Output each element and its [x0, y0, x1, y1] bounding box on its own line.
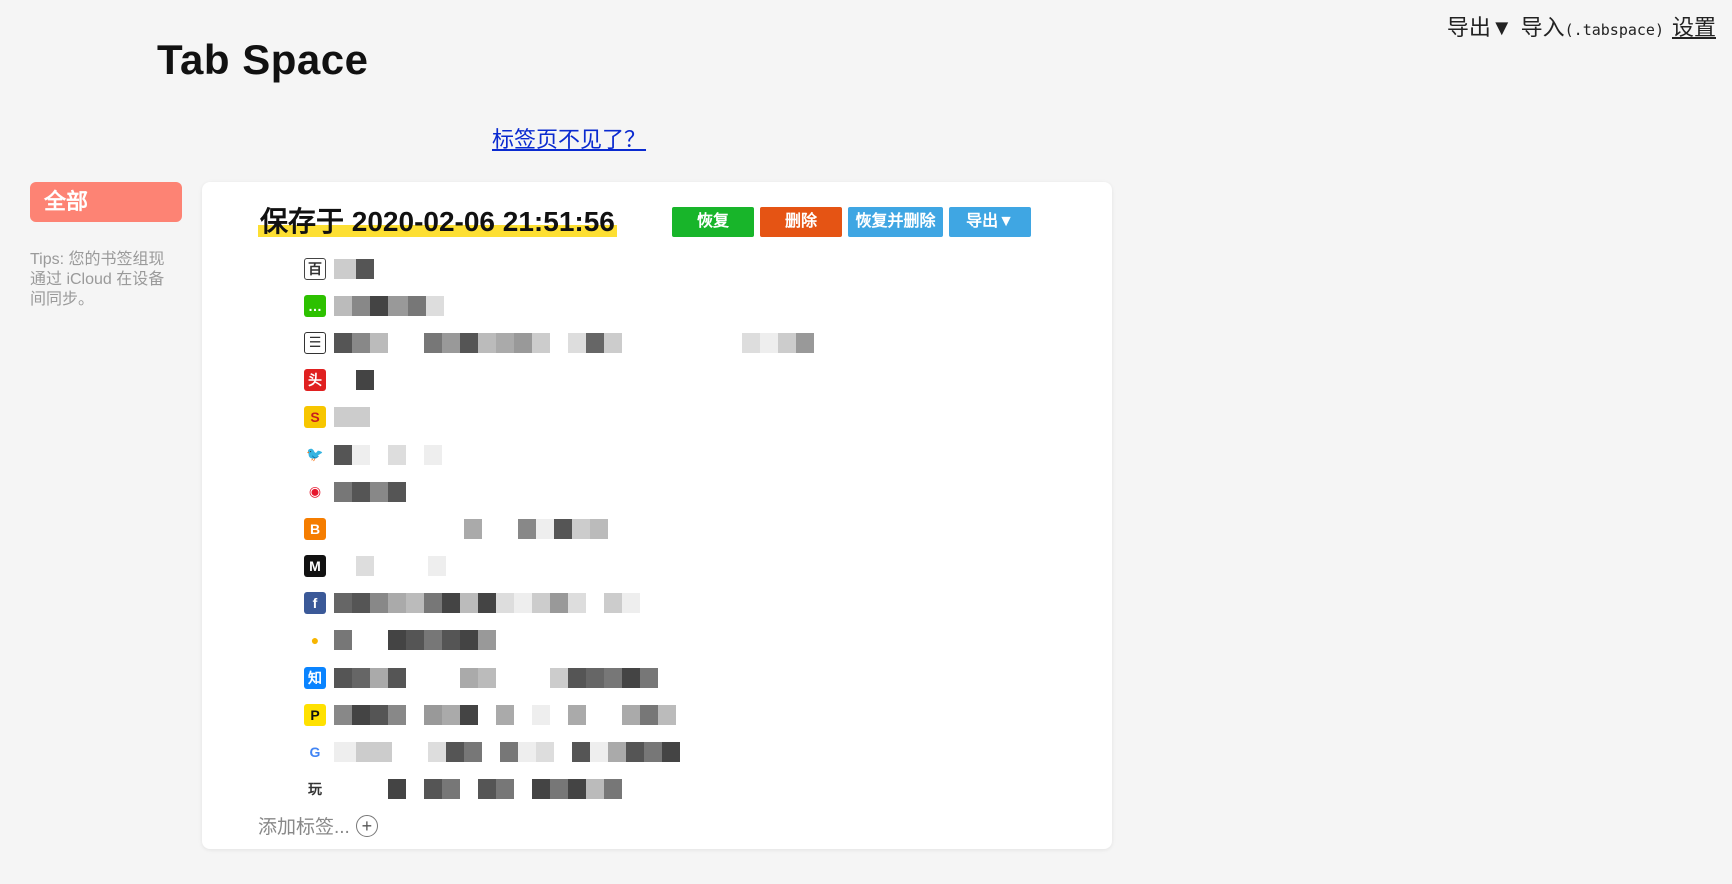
tab-item[interactable]: 百	[304, 250, 814, 287]
tab-title-redacted	[334, 295, 444, 316]
restore-button[interactable]: 恢复	[672, 207, 754, 237]
group-title-text: 保存于 2020-02-06 21:51:56	[258, 206, 617, 237]
tab-title-redacted	[334, 481, 406, 502]
wan-icon: 玩	[304, 778, 326, 801]
document-icon: ☰	[304, 331, 326, 354]
tab-title-redacted	[334, 630, 496, 651]
group-export-button[interactable]: 导出▼	[949, 207, 1031, 237]
tab-title-redacted	[334, 370, 374, 391]
google-icon: G	[304, 741, 326, 764]
tab-group-card: 保存于 2020-02-06 21:51:56 恢复 删除 恢复并删除 导出▼ …	[202, 182, 1112, 849]
tab-title-redacted	[334, 779, 622, 800]
tab-list: 百 … ☰ 头 S 🐦 ◉ B Mf ● 知 P G 玩	[304, 250, 814, 808]
tab-item[interactable]: …	[304, 287, 814, 324]
weibo-icon: ◉	[304, 480, 326, 503]
wechat-icon: …	[304, 294, 326, 317]
settings-link[interactable]: 设置	[1672, 10, 1716, 42]
tips-text: Tips: 您的书签组现通过 iCloud 在设备间同步。	[30, 251, 165, 308]
tab-site-icon: 百	[304, 257, 326, 280]
blogger-icon: B	[304, 517, 326, 540]
all-groups-button[interactable]: 全部	[30, 182, 182, 222]
tab-title-redacted	[334, 704, 676, 725]
twitter-icon: 🐦	[304, 443, 326, 466]
tab-item[interactable]: 玩	[304, 771, 814, 808]
export-menu[interactable]: 导出▼	[1447, 10, 1513, 42]
medium-icon: M	[304, 555, 326, 578]
tab-title-redacted	[334, 407, 370, 428]
tab-title-redacted	[334, 444, 442, 465]
tab-title-redacted	[334, 593, 640, 614]
tab-item[interactable]: S	[304, 399, 814, 436]
tab-title-redacted	[334, 518, 608, 539]
add-tab-button[interactable]: 添加标签... +	[258, 812, 378, 839]
tab-title-redacted	[334, 556, 446, 577]
restore-and-delete-button[interactable]: 恢复并删除	[848, 207, 943, 237]
tab-item[interactable]: ◉	[304, 473, 814, 510]
group-actions: 恢复 删除 恢复并删除 导出▼	[672, 207, 1031, 237]
tab-item[interactable]: ●	[304, 622, 814, 659]
tab-title-redacted	[334, 667, 658, 688]
import-menu[interactable]: 导入(.tabspace)	[1521, 10, 1664, 42]
tab-item[interactable]: 🐦	[304, 436, 814, 473]
group-title: 保存于 2020-02-06 21:51:56	[258, 200, 617, 240]
zhihu-icon: 知	[304, 666, 326, 689]
tab-item[interactable]: 知	[304, 659, 814, 696]
tab-item[interactable]: P	[304, 696, 814, 733]
delete-button[interactable]: 删除	[760, 207, 842, 237]
add-tab-label: 添加标签...	[258, 817, 350, 838]
tab-item[interactable]: G	[304, 733, 814, 770]
tab-title-redacted	[334, 742, 680, 763]
p-logo-icon: P	[304, 703, 326, 726]
tab-title-redacted	[334, 258, 374, 279]
s-logo-icon: S	[304, 406, 326, 429]
tab-item[interactable]: M	[304, 548, 814, 585]
missing-tabs-link[interactable]: 标签页不见了？	[492, 122, 646, 154]
facebook-icon: f	[304, 592, 326, 615]
top-menu: 导出▼ 导入(.tabspace) 设置	[1447, 10, 1716, 42]
import-extension: (.tabspace)	[1564, 21, 1664, 39]
tab-item[interactable]: 头	[304, 362, 814, 399]
tab-item[interactable]: ☰	[304, 324, 814, 361]
tab-title-redacted	[334, 332, 814, 353]
toutiao-icon: 头	[304, 369, 326, 392]
plus-circle-icon: +	[355, 814, 378, 837]
import-label: 导入	[1520, 15, 1565, 40]
qq-icon: ●	[304, 629, 326, 652]
app-title: Tab Space	[157, 36, 369, 83]
tab-item[interactable]: B	[304, 510, 814, 547]
tab-item[interactable]: f	[304, 585, 814, 622]
